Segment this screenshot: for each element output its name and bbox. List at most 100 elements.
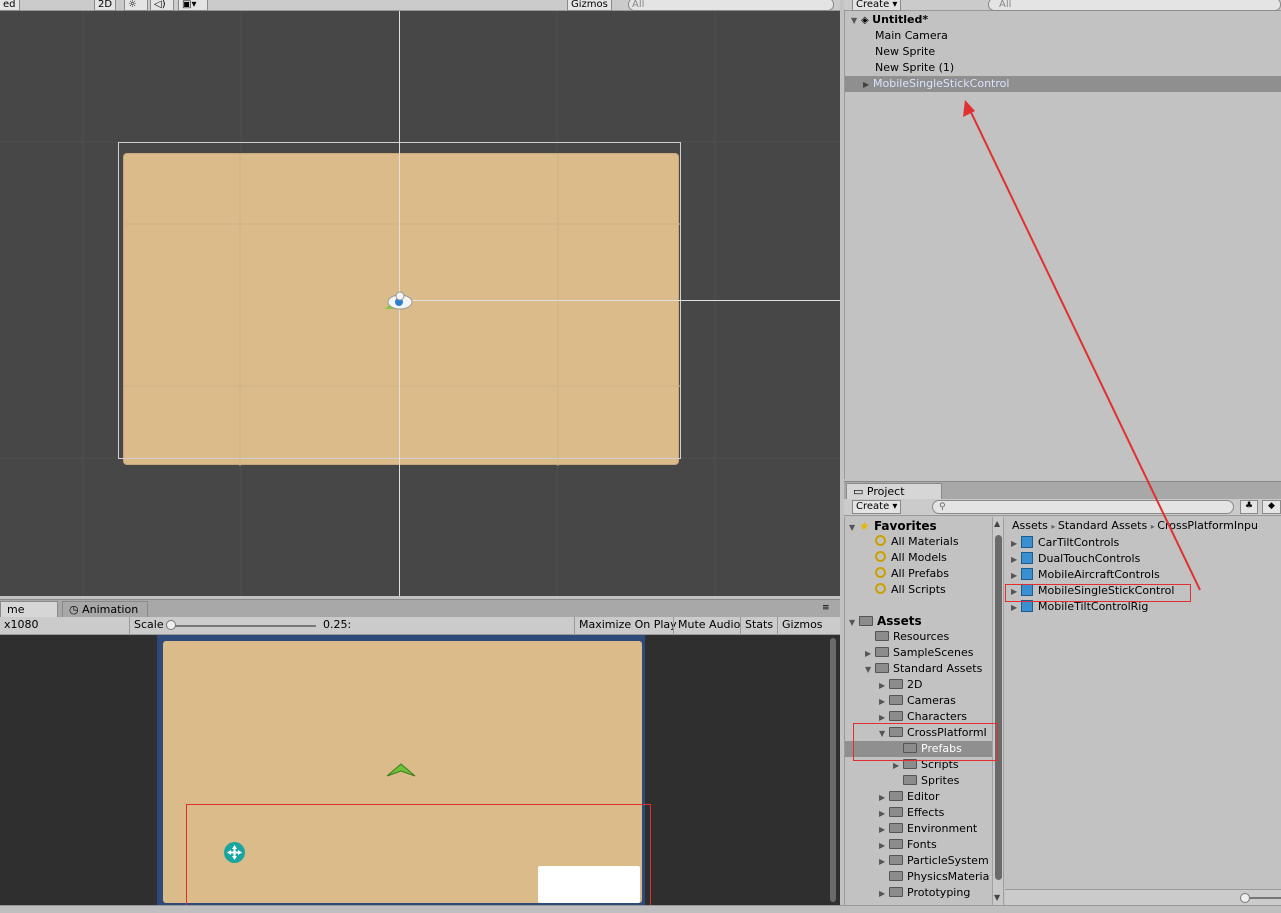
assets-header[interactable]: ▼ Assets — [849, 613, 922, 629]
scroll-down-icon[interactable]: ▼ — [994, 893, 1000, 902]
folder-label: Fonts — [907, 838, 937, 851]
filter-by-label-icon[interactable]: ◆ — [1262, 500, 1281, 514]
audio-toggle-icon[interactable]: ◁) — [150, 0, 174, 11]
folder-icon — [889, 839, 903, 849]
folder-item[interactable]: ▶ Cameras — [879, 693, 956, 709]
scale-slider-track[interactable] — [168, 625, 316, 627]
project-tree-scrollbar[interactable]: ▲ ▼ — [992, 517, 1004, 905]
hierarchy-item[interactable]: Main Camera — [845, 28, 1281, 44]
icon-size-slider-handle[interactable] — [1240, 893, 1250, 903]
folder-label: Standard Assets — [893, 662, 983, 675]
search-icon — [875, 567, 886, 578]
hierarchy-panel: ▼ ◈ Untitled* Main Camera New Sprite New … — [844, 11, 1281, 479]
scene-row[interactable]: ▼ ◈ Untitled* — [845, 12, 1281, 28]
folder-item[interactable]: ▶ 2D — [879, 677, 922, 693]
tab-menu-icon[interactable]: ≡ — [822, 603, 830, 613]
favorite-item[interactable]: All Models — [875, 550, 947, 566]
camera-gizmo-icon[interactable] — [383, 290, 417, 312]
scene-search-input[interactable]: All — [628, 0, 834, 11]
scene-mode-dropdown[interactable]: ed — [0, 0, 20, 11]
hierarchy-item-label: MobileSingleStickControl — [873, 77, 1010, 90]
search-icon — [875, 551, 886, 562]
2d-toggle-button[interactable]: 2D — [94, 0, 117, 11]
ship-sprite-icon — [386, 763, 416, 777]
favorite-item[interactable]: All Scripts — [875, 582, 946, 598]
folder-item[interactable]: ▶ Environment — [879, 821, 977, 837]
resolution-dropdown[interactable]: x1080 — [0, 617, 126, 634]
scale-slider-handle[interactable] — [166, 620, 176, 630]
prefab-item[interactable]: ▶ CarTiltControls — [1011, 535, 1119, 551]
clock-icon: ◷ — [69, 603, 83, 616]
prefab-cube-icon — [1021, 568, 1033, 580]
icon-size-bar — [1005, 889, 1281, 905]
favorites-header[interactable]: ▼ ★ Favorites — [849, 518, 937, 534]
status-bar — [0, 905, 1281, 913]
assets-label: Assets — [877, 614, 922, 628]
game-gizmos-dropdown[interactable]: Gizmos — [777, 617, 827, 634]
breadcrumb-item[interactable]: Standard Assets — [1058, 519, 1147, 532]
favorite-item[interactable]: All Prefabs — [875, 566, 949, 582]
mute-audio-button[interactable]: Mute Audio — [673, 617, 744, 634]
folder-item[interactable]: ▶ SampleScenes — [865, 645, 974, 661]
folder-item[interactable]: PhysicsMateria — [889, 869, 989, 885]
prefab-item[interactable]: ▶ DualTouchControls — [1011, 551, 1140, 567]
hierarchy-search-input[interactable]: All — [988, 0, 1281, 11]
hierarchy-item[interactable]: New Sprite — [845, 44, 1281, 60]
folder-item[interactable]: Resources — [875, 629, 949, 645]
scene-toolbar: ed 2D ☼ ◁) ▣▾ Gizmos All — [0, 0, 840, 11]
prefab-label: DualTouchControls — [1038, 552, 1141, 565]
icon-size-slider-track[interactable] — [1250, 897, 1281, 899]
project-create-button[interactable]: Create ▾ — [852, 500, 902, 514]
folder-icon — [889, 823, 903, 833]
folder-item[interactable]: ▶ Fonts — [879, 837, 937, 853]
folder-icon — [889, 711, 903, 721]
folder-icon — [875, 647, 889, 657]
folder-item[interactable]: ▼ Standard Assets — [865, 661, 982, 677]
scene-gizmos-dropdown[interactable]: Gizmos — [567, 0, 612, 11]
project-create-label: Create — [856, 501, 890, 512]
tab-project[interactable]: ▭ Project — [846, 483, 942, 500]
project-search-input[interactable]: ⚲ — [932, 500, 1234, 514]
tab-project-label: Project — [866, 485, 905, 498]
folder-icon — [889, 855, 903, 865]
hierarchy-create-button[interactable]: Create ▾ — [852, 0, 902, 11]
prefab-item[interactable]: ▶ MobileAircraftControls — [1011, 567, 1160, 583]
folder-label: Sprites — [921, 774, 960, 787]
game-toolbar: x1080 Scale 0.25: Maximize On Play Mute … — [0, 617, 840, 635]
folder-label: ParticleSystem — [907, 854, 989, 867]
tab-game[interactable]: me — [0, 601, 58, 618]
folder-item[interactable]: ▶ ParticleSystem — [879, 853, 989, 869]
folder-tab-icon: ▭ — [853, 485, 867, 498]
folder-item[interactable]: ▶ Effects — [879, 805, 944, 821]
folder-icon — [889, 679, 903, 689]
filter-by-type-icon[interactable]: ♣ — [1240, 500, 1258, 514]
folder-item[interactable]: ▶ Editor — [879, 789, 940, 805]
maximize-on-play-button[interactable]: Maximize On Play — [574, 617, 681, 634]
scene-view[interactable] — [0, 11, 840, 596]
folder-label: PhysicsMateria — [907, 870, 990, 883]
annotation-box-folder — [853, 723, 998, 761]
hierarchy-item-selected[interactable]: ▶ MobileSingleStickControl — [845, 76, 1281, 92]
tab-animation[interactable]: ◷ Animation — [62, 601, 148, 618]
hierarchy-create-label: Create — [856, 0, 890, 10]
game-scrollbar[interactable] — [830, 638, 836, 902]
folder-label: Prototyping — [907, 886, 971, 899]
breadcrumb-item[interactable]: CrossPlatformInpu — [1157, 519, 1258, 532]
folder-label: Cameras — [907, 694, 956, 707]
favorite-item[interactable]: All Materials — [875, 534, 959, 550]
folder-item[interactable]: Sprites — [903, 773, 959, 789]
effects-toggle-icon[interactable]: ▣▾ — [178, 0, 208, 11]
folder-icon — [889, 871, 903, 881]
scroll-up-icon[interactable]: ▲ — [994, 519, 1000, 528]
scroll-thumb[interactable] — [995, 535, 1002, 880]
hierarchy-item[interactable]: New Sprite (1) — [845, 60, 1281, 76]
lighting-toggle-icon[interactable]: ☼ — [124, 0, 148, 11]
folder-item[interactable]: ▶ Prototyping — [879, 885, 970, 901]
project-toolbar: Create ▾ ⚲ ♣ ◆ — [844, 499, 1281, 516]
breadcrumb-item[interactable]: Assets — [1012, 519, 1048, 532]
folder-label: Characters — [907, 710, 968, 723]
stats-button[interactable]: Stats — [740, 617, 777, 634]
favorite-label: All Scripts — [891, 583, 946, 596]
folder-icon — [889, 887, 903, 897]
favorite-label: All Materials — [891, 535, 959, 548]
